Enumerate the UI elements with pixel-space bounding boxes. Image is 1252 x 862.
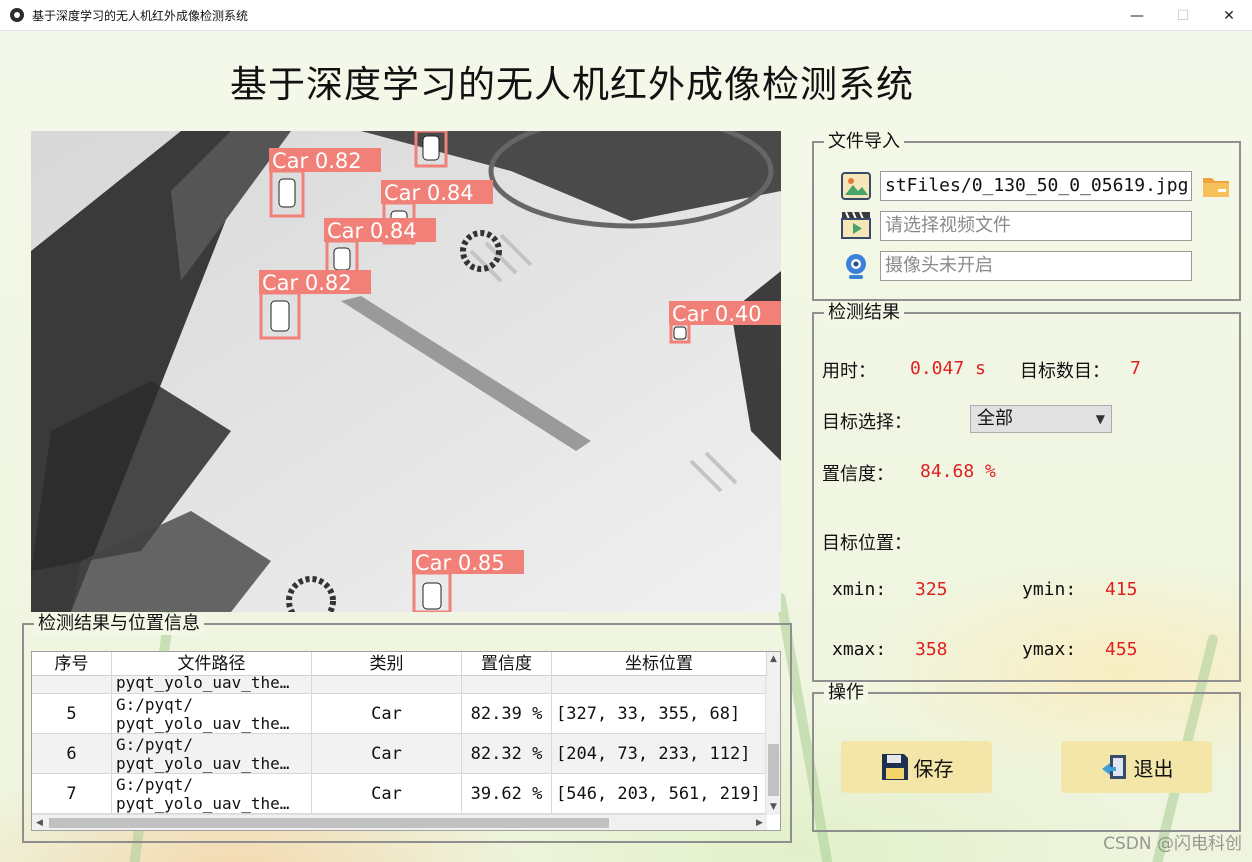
table-body: pyqt_yolo_uav_the… 5 G:/pyqt/pyqt_yolo_u… [32, 676, 767, 814]
column-header-path[interactable]: 文件路径 [112, 652, 312, 675]
xmax-value: 358 [915, 639, 948, 660]
exit-button[interactable]: 退出 [1061, 741, 1212, 793]
cell-index: 6 [32, 734, 112, 773]
cell-confidence: 82.32 % [462, 734, 552, 773]
window-title: 基于深度学习的无人机红外成像检测系统 [32, 8, 249, 23]
detection-label: Car 0.84 [384, 181, 474, 205]
folder-icon[interactable] [1201, 172, 1231, 200]
results-table-legend: 检测结果与位置信息 [34, 613, 204, 635]
video-file-icon[interactable] [841, 211, 871, 239]
time-value: 0.047 s [910, 358, 986, 379]
operations-legend: 操作 [824, 682, 868, 704]
cell-path: pyqt_yolo_uav_the… [116, 676, 290, 692]
cell-path-line1: G:/pyqt/ [116, 734, 194, 754]
detection-label: Car 0.85 [415, 551, 505, 575]
cell-path-line2: pyqt_yolo_uav_the… [116, 713, 290, 733]
table-vertical-scrollbar[interactable]: ▲ ▼ [765, 652, 780, 815]
column-header-category[interactable]: 类别 [312, 652, 462, 675]
video-path-field[interactable]: 请选择视频文件 [880, 211, 1192, 241]
cell-path-line2: pyqt_yolo_uav_the… [116, 753, 290, 773]
cell-index: 7 [32, 774, 112, 813]
ymin-value: 415 [1105, 579, 1138, 600]
maximize-button[interactable]: ☐ [1160, 0, 1206, 31]
horizontal-scroll-thumb[interactable] [49, 818, 609, 828]
confidence-value: 84.68 % [920, 461, 996, 482]
column-header-confidence[interactable]: 置信度 [462, 652, 552, 675]
save-button[interactable]: 保存 [841, 741, 992, 793]
minimize-button[interactable]: — [1114, 0, 1160, 31]
table-header: 序号 文件路径 类别 置信度 坐标位置 [32, 652, 767, 676]
scroll-left-icon[interactable]: ◀ [32, 815, 47, 830]
detection-label: Car 0.84 [327, 219, 417, 243]
close-button[interactable]: ✕ [1206, 0, 1252, 31]
exit-button-label: 退出 [1133, 756, 1174, 781]
cell-path-line2: pyqt_yolo_uav_the… [116, 793, 290, 813]
target-select-value: 全部 [977, 408, 1013, 429]
file-import-legend: 文件导入 [824, 131, 904, 153]
cell-index: 5 [32, 694, 112, 733]
table-horizontal-scrollbar[interactable]: ◀ ▶ [32, 814, 767, 830]
ymax-value: 455 [1105, 639, 1138, 660]
table-row[interactable]: 7 G:/pyqt/pyqt_yolo_uav_the… Car 39.62 %… [32, 774, 767, 814]
scroll-up-icon[interactable]: ▲ [766, 652, 780, 667]
chevron-down-icon: ▼ [1095, 412, 1105, 426]
main-window: 基于深度学习的无人机红外成像检测系统 Car 0.82 Car 0.84 Car… [0, 31, 1252, 862]
xmin-value: 325 [915, 579, 948, 600]
column-header-coordinates[interactable]: 坐标位置 [552, 652, 767, 675]
detection-label: Car 0.82 [272, 149, 362, 173]
target-count-label: 目标数目： [1020, 361, 1110, 382]
vertical-scroll-thumb[interactable] [768, 744, 779, 796]
table-row[interactable]: 5 G:/pyqt/pyqt_yolo_uav_the… Car 82.39 %… [32, 694, 767, 734]
detection-label: Car 0.40 [672, 302, 762, 326]
cell-coordinates: [327, 33, 355, 68] [552, 694, 767, 733]
target-select-dropdown[interactable]: 全部 ▼ [970, 405, 1112, 433]
results-table[interactable]: 序号 文件路径 类别 置信度 坐标位置 pyqt_yolo_uav_the… 5… [31, 651, 781, 831]
save-button-label: 保存 [913, 756, 954, 781]
infrared-image: Car 0.82 Car 0.84 Car 0.84 Car 0.82 Car … [31, 131, 781, 612]
cell-path-line1: G:/pyqt/ [116, 774, 194, 794]
app-icon [10, 8, 24, 22]
image-path-field[interactable]: stFiles/0_130_50_0_05619.jpg [880, 171, 1192, 201]
table-row[interactable]: pyqt_yolo_uav_the… [32, 676, 767, 694]
camera-status-field[interactable]: 摄像头未开启 [880, 251, 1192, 281]
confidence-label: 置信度： [822, 464, 894, 485]
cell-coordinates: [546, 203, 561, 219] [552, 774, 767, 813]
scroll-down-icon[interactable]: ▼ [766, 800, 780, 815]
floppy-disk-icon [881, 754, 908, 780]
detection-results-legend: 检测结果 [824, 302, 904, 324]
time-label: 用时： [822, 361, 876, 382]
column-header-index[interactable]: 序号 [32, 652, 112, 675]
cell-confidence: 82.39 % [462, 694, 552, 733]
cell-path-line1: G:/pyqt/ [116, 694, 194, 714]
cell-category: Car [312, 734, 462, 773]
image-file-icon[interactable] [841, 172, 871, 200]
xmax-label: xmax: [832, 639, 887, 660]
detection-label: Car 0.82 [262, 271, 352, 295]
ymax-label: ymax: [1022, 639, 1077, 660]
scroll-right-icon[interactable]: ▶ [752, 815, 767, 830]
target-position-label: 目标位置： [822, 533, 912, 554]
cell-category: Car [312, 694, 462, 733]
page-title: 基于深度学习的无人机红外成像检测系统 [230, 63, 914, 106]
window-title-bar: 基于深度学习的无人机红外成像检测系统 — ☐ ✕ [0, 0, 1252, 31]
cell-confidence: 39.62 % [462, 774, 552, 813]
cell-coordinates: [204, 73, 233, 112] [552, 734, 767, 773]
xmin-label: xmin: [832, 579, 887, 600]
detection-image-view: Car 0.82 Car 0.84 Car 0.84 Car 0.82 Car … [31, 131, 781, 612]
cell-category: Car [312, 774, 462, 813]
table-row[interactable]: 6 G:/pyqt/pyqt_yolo_uav_the… Car 82.32 %… [32, 734, 767, 774]
webcam-icon[interactable] [841, 252, 871, 280]
target-count-value: 7 [1130, 358, 1141, 379]
ymin-label: ymin: [1022, 579, 1077, 600]
exit-door-icon [1101, 755, 1126, 779]
target-select-label: 目标选择： [822, 412, 912, 433]
watermark: CSDN @闪电科创 [1103, 834, 1242, 854]
